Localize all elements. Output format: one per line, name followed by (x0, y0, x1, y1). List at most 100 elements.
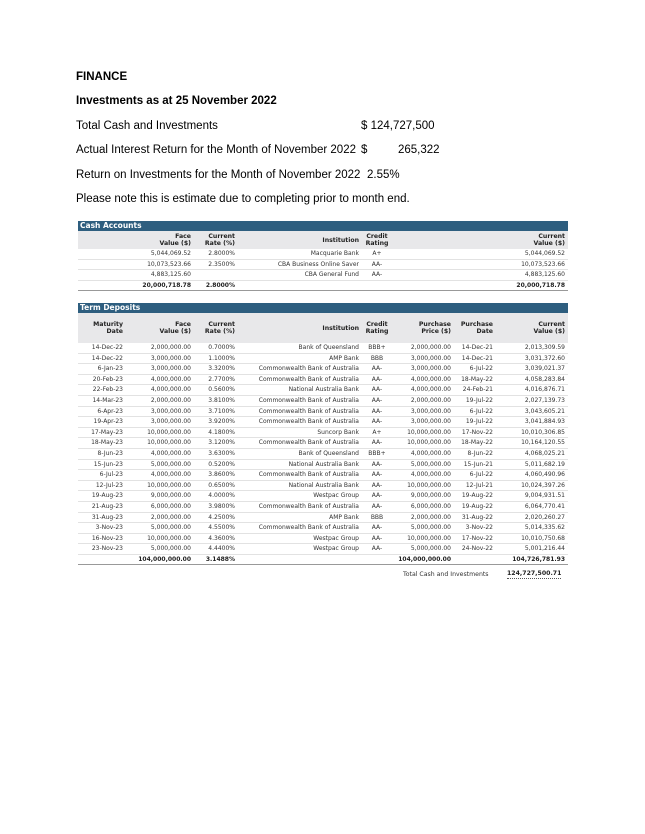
credit-rating-cell: AA- (362, 406, 392, 418)
current-value-cell: 4,016,876.71 (496, 384, 568, 396)
maturity-date-cell: 18-May-23 (78, 437, 126, 449)
total-row: 20,000,718.78 2.8000% 20,000,718.78 (78, 280, 568, 292)
col-current-value: Current Value ($) (496, 313, 568, 343)
credit-rating-cell: AA- (362, 259, 392, 271)
current-rate-cell: 0.6500% (194, 480, 238, 492)
purchase-price-cell: 10,000,000.00 (392, 427, 454, 439)
term-deposits-table: Maturity Date Face Value ($) Current Rate (… (78, 313, 568, 566)
purchase-date-cell: 14-Dec-21 (454, 343, 496, 354)
table-row: 3-Nov-23 5,000,000.00 4.5500% Commonwealth … (78, 522, 568, 534)
current-value-cell: 6,064,770.41 (496, 501, 568, 513)
current-rate-cell: 2.8000% (194, 249, 238, 260)
current-value-cell: 5,011,682.19 (496, 459, 568, 471)
table-row: 6-Apr-23 3,000,000.00 3.7100% Commonwealth … (78, 406, 568, 418)
current-value-cell: 4,883,125.60 (392, 269, 568, 281)
credit-rating-cell: BBB+ (362, 448, 392, 460)
maturity-date-cell: 3-Nov-23 (78, 522, 126, 534)
face-value-cell: 10,073,523.66 (78, 259, 194, 271)
col-current-rate: Current Rate (%) (194, 313, 238, 343)
purchase-price-cell: 5,000,000.00 (392, 543, 454, 555)
maturity-date-cell: 16-Nov-23 (78, 533, 126, 545)
institution-cell: National Australia Bank (238, 480, 362, 492)
face-value-cell: 2,000,000.00 (126, 395, 194, 407)
credit-rating-cell: AA- (362, 522, 392, 534)
table-header-row: Face Value ($) Current Rate (%) Institutio… (78, 231, 568, 249)
cash-accounts-title: Cash Accounts (78, 221, 568, 231)
institution-cell: Westpac Group (238, 543, 362, 555)
subheading: Investments as at 25 November 2022 (76, 95, 277, 107)
purchase-date-cell: 15-Jun-21 (454, 459, 496, 471)
summary-label: Total Cash and Investments (76, 119, 218, 132)
institution-cell: Commonwealth Bank of Australia (238, 406, 362, 418)
current-rate-cell: 3.3200% (194, 363, 238, 375)
current-value-cell: 4,068,025.21 (496, 448, 568, 460)
purchase-price-cell: 2,000,000.00 (392, 512, 454, 524)
institution-cell: CBA Business Online Saver (238, 259, 362, 271)
table-row: 5,044,069.52 2.8000% Macquarie Bank A+ 5,044… (78, 249, 568, 260)
current-value-cell: 4,058,283.84 (496, 374, 568, 386)
empty-cell (362, 280, 392, 292)
purchase-date-cell: 24-Nov-22 (454, 543, 496, 555)
purchase-date-cell: 19-Aug-22 (454, 501, 496, 513)
current-rate-cell: 2.7700% (194, 374, 238, 386)
current-value-cell: 3,039,021.37 (496, 363, 568, 375)
purchase-date-cell: 6-Jul-22 (454, 406, 496, 418)
purchase-price-cell: 10,000,000.00 (392, 480, 454, 492)
credit-rating-cell: AA- (362, 363, 392, 375)
purchase-date-cell: 14-Dec-21 (454, 353, 496, 365)
maturity-date-cell: 14-Mar-23 (78, 395, 126, 407)
grand-total-value: 124,727,500.71 (507, 570, 562, 579)
table-row: 14-Dec-22 3,000,000.00 1.1000% AMP Bank BBB 3… (78, 353, 568, 365)
table-row: 14-Mar-23 2,000,000.00 3.8100% Commonwealth… (78, 395, 568, 407)
credit-rating-cell: AA- (362, 501, 392, 513)
face-value-cell: 5,044,069.52 (78, 249, 194, 260)
face-value-cell: 3,000,000.00 (126, 353, 194, 365)
credit-rating-cell: A+ (362, 249, 392, 260)
maturity-date-cell: 15-Jun-23 (78, 459, 126, 471)
total-purchase-price: 104,000,000.00 (392, 554, 454, 566)
institution-cell: Westpac Group (238, 533, 362, 545)
current-rate-cell: 0.7000% (194, 343, 238, 354)
purchase-price-cell: 4,000,000.00 (392, 448, 454, 460)
current-value-cell: 9,004,931.51 (496, 490, 568, 502)
current-rate-cell: 3.6300% (194, 448, 238, 460)
institution-cell: Commonwealth Bank of Australia (238, 363, 362, 375)
col-credit-rating: Credit Rating (362, 231, 392, 249)
summary-value: 2.55% (367, 168, 400, 181)
institution-cell: Commonwealth Bank of Australia (238, 469, 362, 481)
face-value-cell: 3,000,000.00 (126, 363, 194, 375)
credit-rating-cell: AA- (362, 437, 392, 449)
col-current-value: Current Value ($) (392, 231, 568, 249)
purchase-price-cell: 3,000,000.00 (392, 353, 454, 365)
current-value-cell: 5,044,069.52 (392, 249, 568, 260)
institution-cell: National Australia Bank (238, 384, 362, 396)
current-rate-cell: 3.9800% (194, 501, 238, 513)
current-value-cell: 10,164,120.55 (496, 437, 568, 449)
summary-interest-return: Actual Interest Return for the Month of … (76, 143, 496, 168)
face-value-cell: 3,000,000.00 (126, 416, 194, 428)
institution-cell: Bank of Queensland (238, 448, 362, 460)
table-row: 6-Jan-23 3,000,000.00 3.3200% Commonwealth … (78, 363, 568, 375)
institution-cell: Suncorp Bank (238, 427, 362, 439)
face-value-cell: 10,000,000.00 (126, 437, 194, 449)
table-row: 21-Aug-23 6,000,000.00 3.9800% Commonwealth… (78, 501, 568, 513)
institution-cell: Commonwealth Bank of Australia (238, 522, 362, 534)
face-value-cell: 4,000,000.00 (126, 384, 194, 396)
col-current-rate: Current Rate (%) (194, 231, 238, 249)
current-rate-cell: 2.3500% (194, 259, 238, 271)
maturity-date-cell: 20-Feb-23 (78, 374, 126, 386)
col-purchase-date: Purchase Date (454, 313, 496, 343)
summary-block: FINANCE Investments as at 25 November 20… (76, 70, 496, 217)
purchase-price-cell: 9,000,000.00 (392, 490, 454, 502)
total-current-value: 20,000,718.78 (392, 280, 568, 292)
credit-rating-cell: AA- (362, 269, 392, 281)
note: Please note this is estimate due to comp… (76, 193, 410, 205)
maturity-date-cell: 8-Jun-23 (78, 448, 126, 460)
current-rate-cell: 4.4400% (194, 543, 238, 555)
current-value-cell: 10,024,397.26 (496, 480, 568, 492)
grand-total: Total Cash and Investments 124,727,500.7… (403, 570, 562, 579)
purchase-price-cell: 10,000,000.00 (392, 533, 454, 545)
table-row: 19-Aug-23 9,000,000.00 4.0000% Westpac Grou… (78, 490, 568, 502)
purchase-date-cell: 24-Feb-21 (454, 384, 496, 396)
institution-cell: Commonwealth Bank of Australia (238, 395, 362, 407)
